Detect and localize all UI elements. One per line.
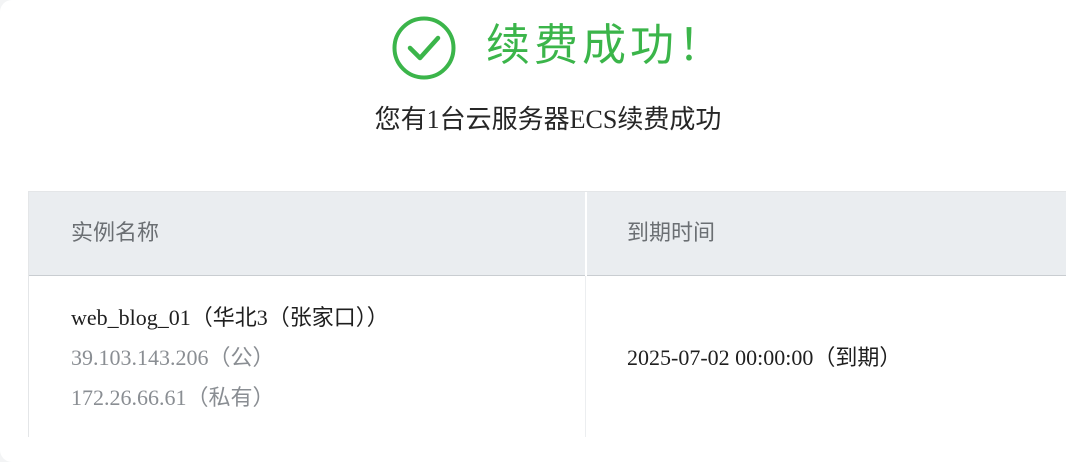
table-row: web_blog_01（华北3（张家口）） 39.103.143.206（公） … [29,276,1066,437]
renewal-success-card: 续费成功！ 您有1台云服务器ECS续费成功 实例名称 到期时间 web_blog… [0,0,1066,462]
column-header-expire-time: 到期时间 [627,221,716,246]
column-divider [585,192,587,276]
public-ip: 39.103.143.206（公） [71,345,275,370]
table-header: 实例名称 到期时间 [29,192,1066,276]
renewal-table: 实例名称 到期时间 web_blog_01（华北3（张家口）） 39.103.1… [28,191,1066,437]
private-ip: 172.26.66.61（私有） [71,385,275,410]
instance-name: web_blog_01（华北3（张家口）） [71,305,389,330]
success-header: 续费成功！ [0,0,1066,90]
expire-time: 2025-07-02 00:00:00（到期） [627,345,902,370]
success-title: 续费成功！ [486,20,726,71]
success-subtitle: 您有1台云服务器ECS续费成功 [374,105,722,134]
column-divider [585,276,586,437]
check-circle-icon [392,16,456,80]
column-header-instance-name: 实例名称 [71,221,160,246]
